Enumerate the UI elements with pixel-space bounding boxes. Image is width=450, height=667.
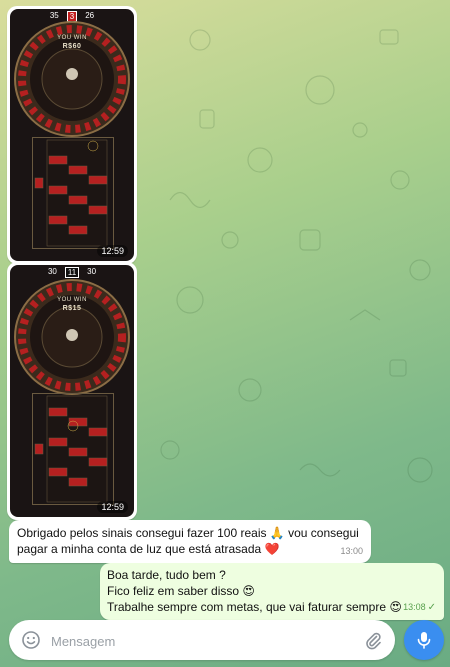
- paperclip-icon[interactable]: [363, 630, 383, 650]
- roulette-screenshot-1[interactable]: 35 3 26 YOU WIN R$60 12:59: [7, 6, 137, 264]
- message-composer: [9, 620, 395, 660]
- roulette-screenshot-2[interactable]: 30 11 30 YOU WIN R$15 12:59: [7, 262, 137, 520]
- incoming-message[interactable]: Obrigado pelos sinais consegui fazer 100…: [9, 520, 371, 563]
- message-line: Trabalhe sempre com metas, que vai fatur…: [107, 600, 402, 614]
- message-line: Obrigado pelos sinais consegui fazer 100…: [17, 526, 359, 540]
- outgoing-message[interactable]: Boa tarde, tudo bem ? Fico feliz em sabe…: [100, 563, 444, 620]
- voice-record-button[interactable]: [404, 620, 444, 660]
- emoji-icon[interactable]: [21, 630, 41, 650]
- win-label: YOU WIN: [57, 297, 87, 303]
- photo-time: 12:59: [97, 501, 128, 513]
- message-time-status: 13:08 ✓: [403, 599, 436, 616]
- win-amount: R$60: [62, 43, 82, 50]
- roulette-board: [32, 393, 114, 505]
- message-line: Boa tarde, tudo bem ?: [107, 568, 226, 582]
- roulette-wheel-icon: [14, 279, 130, 395]
- message-input[interactable]: [49, 630, 353, 652]
- photo-content: 35 3 26 YOU WIN R$60 12:59: [10, 9, 134, 261]
- message-line: pagar a minha conta de luz que está atra…: [17, 542, 280, 556]
- win-amount: R$15: [62, 305, 82, 312]
- win-label: YOU WIN: [57, 35, 87, 41]
- roulette-board: [32, 137, 114, 249]
- message-time: 13:00: [340, 546, 363, 556]
- message-time: 13:08: [403, 602, 426, 612]
- photo-content: 30 11 30 YOU WIN R$15 12:59: [10, 265, 134, 517]
- photo-time: 12:59: [97, 245, 128, 257]
- microphone-icon: [417, 632, 431, 649]
- message-line: Fico feliz em saber disso 😍: [107, 584, 255, 598]
- sent-check-icon: ✓: [427, 602, 436, 613]
